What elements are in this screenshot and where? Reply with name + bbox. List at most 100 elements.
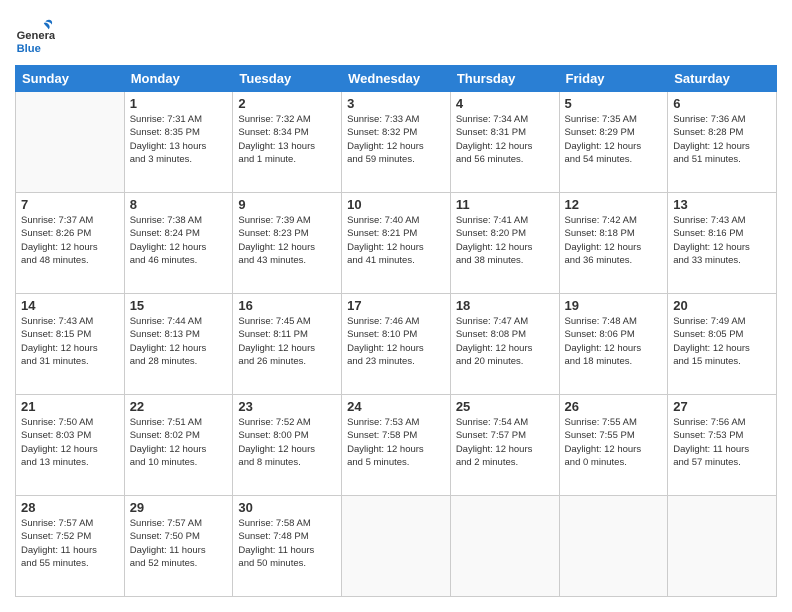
page: General Blue SundayMondayTuesdayWednesda… [0,0,792,612]
day-number: 23 [238,399,336,414]
col-header-tuesday: Tuesday [233,66,342,92]
day-info: Sunrise: 7:56 AM Sunset: 7:53 PM Dayligh… [673,416,771,469]
col-header-friday: Friday [559,66,668,92]
day-cell: 23Sunrise: 7:52 AM Sunset: 8:00 PM Dayli… [233,395,342,496]
day-cell: 1 Sunrise: 7:31 AM Sunset: 8:35 PM Daylig… [124,92,233,193]
day-number: 24 [347,399,445,414]
day-cell: 10 Sunrise: 7:40 AM Sunset: 8:21 PM Dayli… [342,193,451,294]
day-info: Sunrise: 7:55 AM Sunset: 7:55 PM Dayligh… [565,416,663,469]
day-number: 28 [21,500,119,515]
day-info: Sunrise: 7:34 AM Sunset: 8:31 PM Dayligh… [456,113,554,166]
day-number: 13 [673,197,771,212]
day-cell: 28Sunrise: 7:57 AM Sunset: 7:52 PM Dayli… [16,496,125,597]
day-number: 8 [130,197,228,212]
day-info: Sunrise: 7:46 AM Sunset: 8:10 PM Dayligh… [347,315,445,368]
day-cell: 22 Sunrise: 7:51 AM Sunset: 8:02 PM Dayli… [124,395,233,496]
day-info: Sunrise: 7:42 AM Sunset: 8:18 PM Dayligh… [565,214,663,267]
day-number: 30 [238,500,336,515]
day-info: Sunrise: 7:44 AM Sunset: 8:13 PM Dayligh… [130,315,228,368]
day-info: Sunrise: 7:32 AM Sunset: 8:34 PM Dayligh… [238,113,336,166]
day-cell: 12 Sunrise: 7:42 AM Sunset: 8:18 PM Dayli… [559,193,668,294]
day-cell: 18Sunrise: 7:47 AM Sunset: 8:08 PM Dayli… [450,294,559,395]
day-cell [668,496,777,597]
col-header-sunday: Sunday [16,66,125,92]
day-number: 5 [565,96,663,111]
day-info: Sunrise: 7:45 AM Sunset: 8:11 PM Dayligh… [238,315,336,368]
col-header-thursday: Thursday [450,66,559,92]
day-cell: 26 Sunrise: 7:55 AM Sunset: 7:55 PM Dayli… [559,395,668,496]
day-number: 2 [238,96,336,111]
day-number: 4 [456,96,554,111]
day-cell: 19Sunrise: 7:48 AM Sunset: 8:06 PM Dayli… [559,294,668,395]
week-row-4: 21 Sunrise: 7:50 AM Sunset: 8:03 PM Dayli… [16,395,777,496]
day-number: 12 [565,197,663,212]
day-number: 3 [347,96,445,111]
day-number: 21 [21,399,119,414]
day-number: 6 [673,96,771,111]
week-row-3: 14 Sunrise: 7:43 AM Sunset: 8:15 PM Dayli… [16,294,777,395]
day-number: 9 [238,197,336,212]
day-cell: 29Sunrise: 7:57 AM Sunset: 7:50 PM Dayli… [124,496,233,597]
week-row-1: 1 Sunrise: 7:31 AM Sunset: 8:35 PM Daylig… [16,92,777,193]
day-info: Sunrise: 7:33 AM Sunset: 8:32 PM Dayligh… [347,113,445,166]
day-cell: 13 Sunrise: 7:43 AM Sunset: 8:16 PM Dayli… [668,193,777,294]
day-cell: 9 Sunrise: 7:39 AM Sunset: 8:23 PM Daylig… [233,193,342,294]
day-number: 20 [673,298,771,313]
col-header-monday: Monday [124,66,233,92]
svg-text:Blue: Blue [17,43,41,55]
day-info: Sunrise: 7:43 AM Sunset: 8:16 PM Dayligh… [673,214,771,267]
day-number: 22 [130,399,228,414]
day-cell: 8 Sunrise: 7:38 AM Sunset: 8:24 PM Daylig… [124,193,233,294]
day-info: Sunrise: 7:43 AM Sunset: 8:15 PM Dayligh… [21,315,119,368]
logo: General Blue [15,15,59,55]
calendar-header-row: SundayMondayTuesdayWednesdayThursdayFrid… [16,66,777,92]
day-cell: 5 Sunrise: 7:35 AM Sunset: 8:29 PM Daylig… [559,92,668,193]
day-info: Sunrise: 7:58 AM Sunset: 7:48 PM Dayligh… [238,517,336,570]
day-cell: 21 Sunrise: 7:50 AM Sunset: 8:03 PM Dayli… [16,395,125,496]
calendar-table: SundayMondayTuesdayWednesdayThursdayFrid… [15,65,777,597]
day-info: Sunrise: 7:35 AM Sunset: 8:29 PM Dayligh… [565,113,663,166]
day-info: Sunrise: 7:54 AM Sunset: 7:57 PM Dayligh… [456,416,554,469]
day-number: 11 [456,197,554,212]
day-cell: 27 Sunrise: 7:56 AM Sunset: 7:53 PM Dayli… [668,395,777,496]
day-info: Sunrise: 7:37 AM Sunset: 8:26 PM Dayligh… [21,214,119,267]
day-number: 25 [456,399,554,414]
day-cell: 20 Sunrise: 7:49 AM Sunset: 8:05 PM Dayli… [668,294,777,395]
day-info: Sunrise: 7:40 AM Sunset: 8:21 PM Dayligh… [347,214,445,267]
day-info: Sunrise: 7:31 AM Sunset: 8:35 PM Dayligh… [130,113,228,166]
day-cell: 30 Sunrise: 7:58 AM Sunset: 7:48 PM Dayli… [233,496,342,597]
day-info: Sunrise: 7:36 AM Sunset: 8:28 PM Dayligh… [673,113,771,166]
day-number: 10 [347,197,445,212]
day-info: Sunrise: 7:50 AM Sunset: 8:03 PM Dayligh… [21,416,119,469]
day-cell: 15 Sunrise: 7:44 AM Sunset: 8:13 PM Dayli… [124,294,233,395]
day-cell: 17 Sunrise: 7:46 AM Sunset: 8:10 PM Dayli… [342,294,451,395]
day-cell [342,496,451,597]
day-number: 19 [565,298,663,313]
day-info: Sunrise: 7:49 AM Sunset: 8:05 PM Dayligh… [673,315,771,368]
day-cell: 2 Sunrise: 7:32 AM Sunset: 8:34 PM Daylig… [233,92,342,193]
logo-icon: General Blue [15,15,55,55]
day-info: Sunrise: 7:39 AM Sunset: 8:23 PM Dayligh… [238,214,336,267]
day-cell: 14 Sunrise: 7:43 AM Sunset: 8:15 PM Dayli… [16,294,125,395]
day-number: 27 [673,399,771,414]
day-cell: 3 Sunrise: 7:33 AM Sunset: 8:32 PM Daylig… [342,92,451,193]
col-header-wednesday: Wednesday [342,66,451,92]
day-number: 17 [347,298,445,313]
week-row-2: 7Sunrise: 7:37 AM Sunset: 8:26 PM Daylig… [16,193,777,294]
day-cell [559,496,668,597]
day-info: Sunrise: 7:53 AM Sunset: 7:58 PM Dayligh… [347,416,445,469]
day-info: Sunrise: 7:51 AM Sunset: 8:02 PM Dayligh… [130,416,228,469]
day-number: 14 [21,298,119,313]
day-number: 1 [130,96,228,111]
day-number: 26 [565,399,663,414]
day-number: 29 [130,500,228,515]
day-cell: 16 Sunrise: 7:45 AM Sunset: 8:11 PM Dayli… [233,294,342,395]
day-number: 15 [130,298,228,313]
day-cell [16,92,125,193]
day-info: Sunrise: 7:38 AM Sunset: 8:24 PM Dayligh… [130,214,228,267]
day-info: Sunrise: 7:47 AM Sunset: 8:08 PM Dayligh… [456,315,554,368]
day-cell: 6 Sunrise: 7:36 AM Sunset: 8:28 PM Daylig… [668,92,777,193]
week-row-5: 28Sunrise: 7:57 AM Sunset: 7:52 PM Dayli… [16,496,777,597]
day-number: 16 [238,298,336,313]
day-cell [450,496,559,597]
